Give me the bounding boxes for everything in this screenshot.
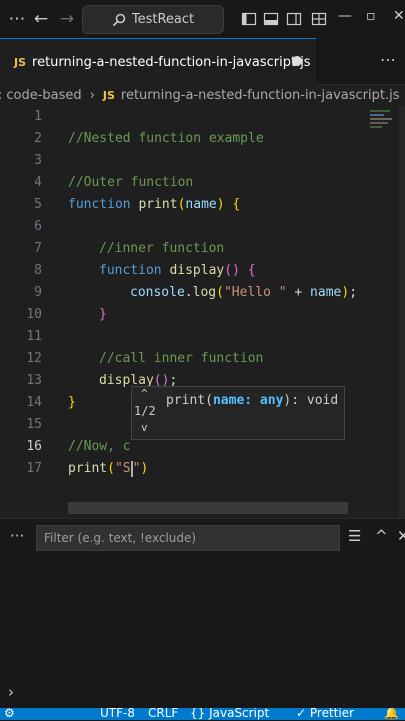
unsaved-dot-icon[interactable] <box>292 56 302 66</box>
parameter-hint-popup: ^ 1/2 v print(name: any): void <box>131 386 345 440</box>
search-label: TestReact <box>131 12 195 27</box>
horizontal-scrollbar[interactable] <box>68 502 348 514</box>
maximize-icon[interactable]: ▫ <box>366 8 376 24</box>
close-window-icon[interactable]: ✕ <box>393 8 405 24</box>
code-editor[interactable]: 1 //Nested function example 2 3 //Outer … <box>0 106 405 518</box>
status-bar: ⚙ UTF-8 CRLF {} JavaScript ✓ Prettier 🔔 <box>0 708 405 720</box>
line-number: 3 <box>34 153 42 168</box>
language-mode-indicator[interactable]: {} JavaScript <box>190 708 269 720</box>
prettier-indicator[interactable]: ✓ Prettier <box>296 708 354 720</box>
line-number: 16 <box>26 439 42 454</box>
eol-indicator[interactable]: CRLF <box>148 708 178 720</box>
toggle-primary-sidebar-icon[interactable] <box>238 8 260 30</box>
line-number: 14 <box>26 395 42 410</box>
line-number: 13 <box>26 373 42 388</box>
breadcrumb-file[interactable]: returning-a-nested-function-in-javascrip… <box>121 88 400 103</box>
more-actions-icon[interactable]: ⋯ <box>380 50 396 69</box>
overload-counter: 1/2 <box>134 404 156 418</box>
editor-tab-bar: JS returning-a-nested-function-in-javasc… <box>0 38 405 85</box>
title-bar: ⋯ ← → TestReact — ▫ ✕ <box>0 0 405 38</box>
chevron-up-icon[interactable]: ^ <box>375 527 388 545</box>
javascript-file-icon: JS <box>14 55 27 69</box>
minimap[interactable] <box>366 106 398 518</box>
minimize-icon[interactable]: — <box>338 8 352 24</box>
editor-tab[interactable]: JS returning-a-nested-function-in-javasc… <box>0 38 316 85</box>
encoding-indicator[interactable]: UTF-8 <box>100 708 135 720</box>
javascript-file-icon: JS <box>102 88 115 102</box>
line-number: 5 <box>34 197 42 212</box>
arrow-right-icon[interactable]: → <box>56 8 78 30</box>
line-number: 4 <box>34 175 42 190</box>
line-number: 7 <box>34 241 42 256</box>
chevron-down-icon[interactable]: v <box>141 421 148 434</box>
line-number: 8 <box>34 263 42 278</box>
chevron-up-icon[interactable]: ^ <box>141 387 148 400</box>
filter-list-icon[interactable]: ☰ <box>348 527 361 545</box>
menu-ellipsis-icon[interactable]: ⋯ <box>6 8 28 30</box>
chevron-right-icon: › <box>89 87 95 103</box>
breadcrumb: : code-based › JS returning-a-nested-fun… <box>0 84 405 106</box>
search-icon <box>112 13 126 26</box>
braces-icon: {} <box>190 708 210 720</box>
line-number: 9 <box>34 285 42 300</box>
line-number: 15 <box>26 417 42 432</box>
notifications-icon[interactable]: 🔔 <box>384 708 399 720</box>
line-number: 2 <box>34 131 42 146</box>
line-number: 1 <box>34 109 42 124</box>
bottom-panel: ··· ☰ ^ ✕ › <box>0 518 405 721</box>
line-number: 17 <box>26 461 42 476</box>
tab-label: returning-a-nested-function-in-javascrip… <box>32 54 311 70</box>
filter-input[interactable] <box>36 525 340 551</box>
line-number: 10 <box>26 307 42 322</box>
vertical-scrollbar[interactable] <box>398 106 405 518</box>
signature-text: print(name: any): void <box>166 393 339 408</box>
close-panel-icon[interactable]: ✕ <box>397 527 405 545</box>
line-number: 6 <box>34 219 42 234</box>
command-center-search[interactable]: TestReact <box>82 5 224 34</box>
line-number: 11 <box>26 329 42 344</box>
breadcrumb-folder[interactable]: code-based <box>6 88 81 103</box>
check-icon: ✓ <box>296 708 310 720</box>
remote-icon[interactable]: ⚙ <box>4 708 15 720</box>
toggle-secondary-sidebar-icon[interactable] <box>283 8 305 30</box>
customize-layout-icon[interactable] <box>308 8 330 30</box>
line-number: 12 <box>26 351 42 366</box>
prompt-chevron-icon: › <box>8 683 14 701</box>
toggle-panel-icon[interactable] <box>260 8 282 30</box>
arrow-left-icon[interactable]: ← <box>30 8 52 30</box>
panel-more-icon[interactable]: ··· <box>10 527 24 545</box>
breadcrumb-separator-icon: : <box>0 88 2 103</box>
